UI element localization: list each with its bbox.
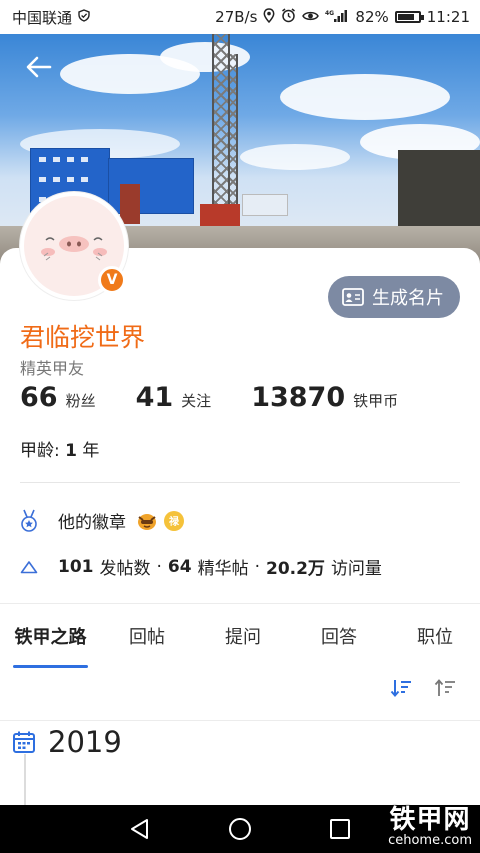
status-bar: 中国联通 27B/s 4G 82% 11:21 xyxy=(0,0,480,34)
back-nav-icon[interactable] xyxy=(129,818,151,840)
featured-label: 精华帖 xyxy=(197,559,249,579)
shield-icon xyxy=(78,9,90,25)
battery-icon xyxy=(394,11,424,23)
timeline-year: 2019 xyxy=(12,725,122,759)
tab-replies[interactable]: 回帖 xyxy=(129,604,165,668)
tab-road[interactable]: 铁甲之路 xyxy=(13,604,88,668)
location-icon xyxy=(263,8,275,26)
badges-row[interactable]: 他的徽章 禄 xyxy=(20,508,184,533)
stat-number: 41 xyxy=(135,382,174,413)
tab-questions[interactable]: 提问 xyxy=(225,604,261,668)
member-age-label: 甲龄: xyxy=(20,441,60,461)
profile-screen: 中国联通 27B/s 4G 82% 11:21 V 生成名片 君临挖世界 精英甲… xyxy=(0,0,480,853)
sort-descending-icon[interactable] xyxy=(390,678,412,698)
back-arrow-icon[interactable] xyxy=(22,50,56,84)
member-age-unit: 年 xyxy=(82,441,100,461)
user-level-title: 精英甲友 xyxy=(20,359,85,378)
stats-row: 66 粉丝 41 关注 13870 铁甲币 xyxy=(20,382,438,413)
member-age-value: 1 xyxy=(65,441,77,461)
section-divider xyxy=(20,482,460,483)
network-speed: 27B/s xyxy=(215,8,258,26)
stat-number: 13870 xyxy=(251,382,346,413)
generate-card-label: 生成名片 xyxy=(372,288,444,309)
separator: · xyxy=(254,556,260,577)
avatar[interactable]: V xyxy=(20,192,128,300)
stat-coins[interactable]: 13870 铁甲币 xyxy=(251,382,398,413)
signal-icon: 4G xyxy=(325,9,349,26)
timeline-divider xyxy=(0,720,480,721)
member-age: 甲龄: 1 年 xyxy=(20,436,99,461)
watermark: 铁甲网 cehome.com xyxy=(388,807,472,847)
tab-jobs[interactable]: 职位 xyxy=(417,604,453,668)
views-label: 访问量 xyxy=(330,559,382,579)
fortune-badge-icon: 禄 xyxy=(164,510,184,531)
verified-badge-icon: V xyxy=(98,266,126,294)
recents-nav-icon[interactable] xyxy=(329,818,351,840)
generate-card-button[interactable]: 生成名片 xyxy=(328,276,460,318)
sort-ascending-icon[interactable] xyxy=(434,678,456,698)
id-card-icon xyxy=(342,288,364,306)
featured-count: 64 xyxy=(167,556,192,577)
views-count: 20.2万 xyxy=(265,559,325,579)
battery-percent: 82% xyxy=(355,8,389,26)
timeline-line xyxy=(24,754,26,809)
clock: 11:21 xyxy=(426,8,470,26)
eye-icon xyxy=(302,10,320,25)
username: 君临挖世界 xyxy=(20,323,146,352)
activity-row: 101 发帖数 · 64 精华帖 · 20.2万 访问量 xyxy=(20,554,382,579)
profile-tabs: 铁甲之路 回帖 提问 回答 职位 xyxy=(0,603,480,668)
calendar-icon xyxy=(12,730,36,754)
sort-controls xyxy=(390,678,456,698)
posts-label: 发帖数 xyxy=(99,559,151,579)
alarm-icon xyxy=(281,8,296,26)
watermark-url: cehome.com xyxy=(388,833,472,848)
posts-count: 101 xyxy=(58,556,94,577)
tab-answers[interactable]: 回答 xyxy=(321,604,357,668)
badges-label: 他的徽章 xyxy=(58,513,126,533)
stat-label: 粉丝 xyxy=(65,392,96,410)
home-nav-icon[interactable] xyxy=(228,817,252,841)
stat-label: 铁甲币 xyxy=(353,392,399,410)
watermark-logo-text: 铁甲网 xyxy=(389,805,471,835)
stat-number: 66 xyxy=(20,382,58,413)
separator: · xyxy=(156,556,162,577)
stat-label: 关注 xyxy=(181,392,212,410)
stat-fans[interactable]: 66 粉丝 xyxy=(20,382,96,413)
triangle-icon xyxy=(20,560,38,574)
medal-icon xyxy=(20,509,38,533)
year-label: 2019 xyxy=(48,725,122,759)
carrier-text: 中国联通 xyxy=(12,8,73,27)
svg-text:4G: 4G xyxy=(325,10,334,17)
mascot-badge-icon xyxy=(136,511,158,531)
stat-following[interactable]: 41 关注 xyxy=(136,382,212,413)
